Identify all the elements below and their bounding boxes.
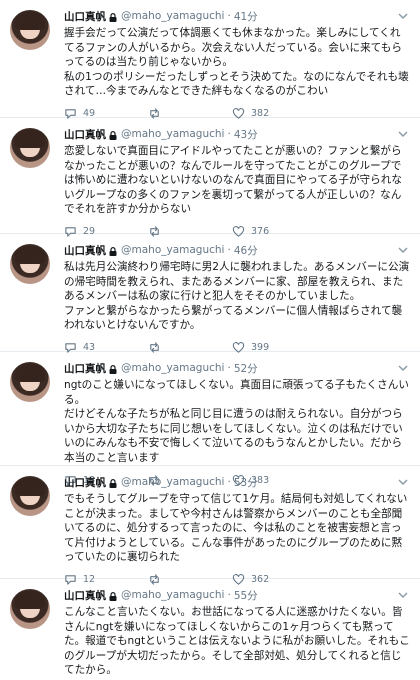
user-handle[interactable]: @maho_yamaguchi	[121, 10, 224, 22]
separator-dot: ·	[227, 10, 231, 22]
lock-icon	[109, 246, 117, 256]
chevron-down-icon[interactable]	[398, 245, 408, 255]
tweet-text: 恋愛しないで真面目にアイドルやってたことが悪いの？ファンと繋がらなかったことが悪…	[64, 145, 402, 216]
tweet-text: でもそうしてグループを守って信じて1ケ月。結局何も対処してくれないことが決まった…	[64, 493, 408, 564]
timeline: 山口真帆 @maho_yamaguchi · 41分 握手会だって公演だって体調…	[0, 0, 420, 680]
tweet[interactable]: 山口真帆 @maho_yamaguchi · 52分 ngtのこと嫌いになってほ…	[0, 352, 420, 486]
user-handle[interactable]: @maho_yamaguchi	[121, 589, 224, 601]
user-handle[interactable]: @maho_yamaguchi	[121, 128, 224, 140]
tweet-header: 山口真帆 @maho_yamaguchi · 41分	[64, 8, 410, 24]
separator-dot: ·	[227, 244, 231, 256]
avatar[interactable]	[10, 476, 50, 516]
separator-dot: ·	[227, 476, 231, 488]
lock-icon	[109, 364, 117, 374]
separator-dot: ·	[227, 128, 231, 140]
separator-dot: ·	[227, 362, 231, 374]
tweet-header: 山口真帆 @maho_yamaguchi · 46分	[64, 242, 410, 258]
timestamp[interactable]: 46分	[234, 243, 258, 258]
tweet-header: 山口真帆 @maho_yamaguchi · 53分	[64, 474, 410, 490]
avatar[interactable]	[10, 589, 50, 629]
tweet[interactable]: 山口真帆 @maho_yamaguchi · 53分 でもそうしてグループを守っ…	[0, 466, 420, 585]
tweet[interactable]: 山口真帆 @maho_yamaguchi · 55分 こんなこと言いたくない。お…	[0, 579, 420, 680]
user-name[interactable]: 山口真帆	[64, 127, 106, 142]
separator-dot: ·	[227, 589, 231, 601]
avatar[interactable]	[10, 10, 50, 50]
user-name[interactable]: 山口真帆	[64, 475, 106, 490]
chevron-down-icon[interactable]	[398, 590, 408, 600]
user-name[interactable]: 山口真帆	[64, 361, 106, 376]
timestamp[interactable]: 53分	[234, 475, 258, 490]
tweet-header: 山口真帆 @maho_yamaguchi · 43分	[64, 126, 410, 142]
tweet[interactable]: 山口真帆 @maho_yamaguchi · 41分 握手会だって公演だって体調…	[0, 0, 420, 119]
tweet-text: こんなこと言いたくない。お世話になってる人に迷惑かけたくない。皆さんにngtを嫌…	[64, 606, 410, 677]
tweet-text: ngtのこと嫌いになってほしくない。真面目に頑張ってる子もたくさんいる。 だけど…	[64, 379, 409, 464]
avatar[interactable]	[10, 128, 50, 168]
user-name[interactable]: 山口真帆	[64, 588, 106, 603]
user-handle[interactable]: @maho_yamaguchi	[121, 244, 224, 256]
lock-icon	[109, 478, 117, 488]
tweet-header: 山口真帆 @maho_yamaguchi · 52分	[64, 360, 410, 376]
tweet-text: 握手会だって公演だって体調悪くても休まなかった。楽しみにしてくれてるファンの人が…	[64, 27, 409, 98]
tweet-text: 私は先月公演終わり帰宅時に男2人に襲われました。あるメンバーに公演の帰宅時間を教…	[64, 261, 410, 332]
timestamp[interactable]: 41分	[234, 9, 258, 24]
user-name[interactable]: 山口真帆	[64, 243, 106, 258]
chevron-down-icon[interactable]	[398, 363, 408, 373]
tweet[interactable]: 山口真帆 @maho_yamaguchi · 46分 私は先月公演終わり帰宅時に…	[0, 234, 420, 353]
avatar[interactable]	[10, 362, 50, 402]
user-handle[interactable]: @maho_yamaguchi	[121, 362, 224, 374]
tweet-header: 山口真帆 @maho_yamaguchi · 55分	[64, 587, 410, 603]
chevron-down-icon[interactable]	[398, 129, 408, 139]
chevron-down-icon[interactable]	[398, 11, 408, 21]
lock-icon	[109, 12, 117, 22]
avatar[interactable]	[10, 244, 50, 284]
timestamp[interactable]: 43分	[234, 127, 258, 142]
lock-icon	[109, 591, 117, 601]
lock-icon	[109, 130, 117, 140]
chevron-down-icon[interactable]	[398, 477, 408, 487]
timestamp[interactable]: 55分	[234, 588, 258, 603]
user-name[interactable]: 山口真帆	[64, 9, 106, 24]
tweet[interactable]: 山口真帆 @maho_yamaguchi · 43分 恋愛しないで真面目にアイド…	[0, 118, 420, 237]
timestamp[interactable]: 52分	[234, 361, 258, 376]
user-handle[interactable]: @maho_yamaguchi	[121, 476, 224, 488]
